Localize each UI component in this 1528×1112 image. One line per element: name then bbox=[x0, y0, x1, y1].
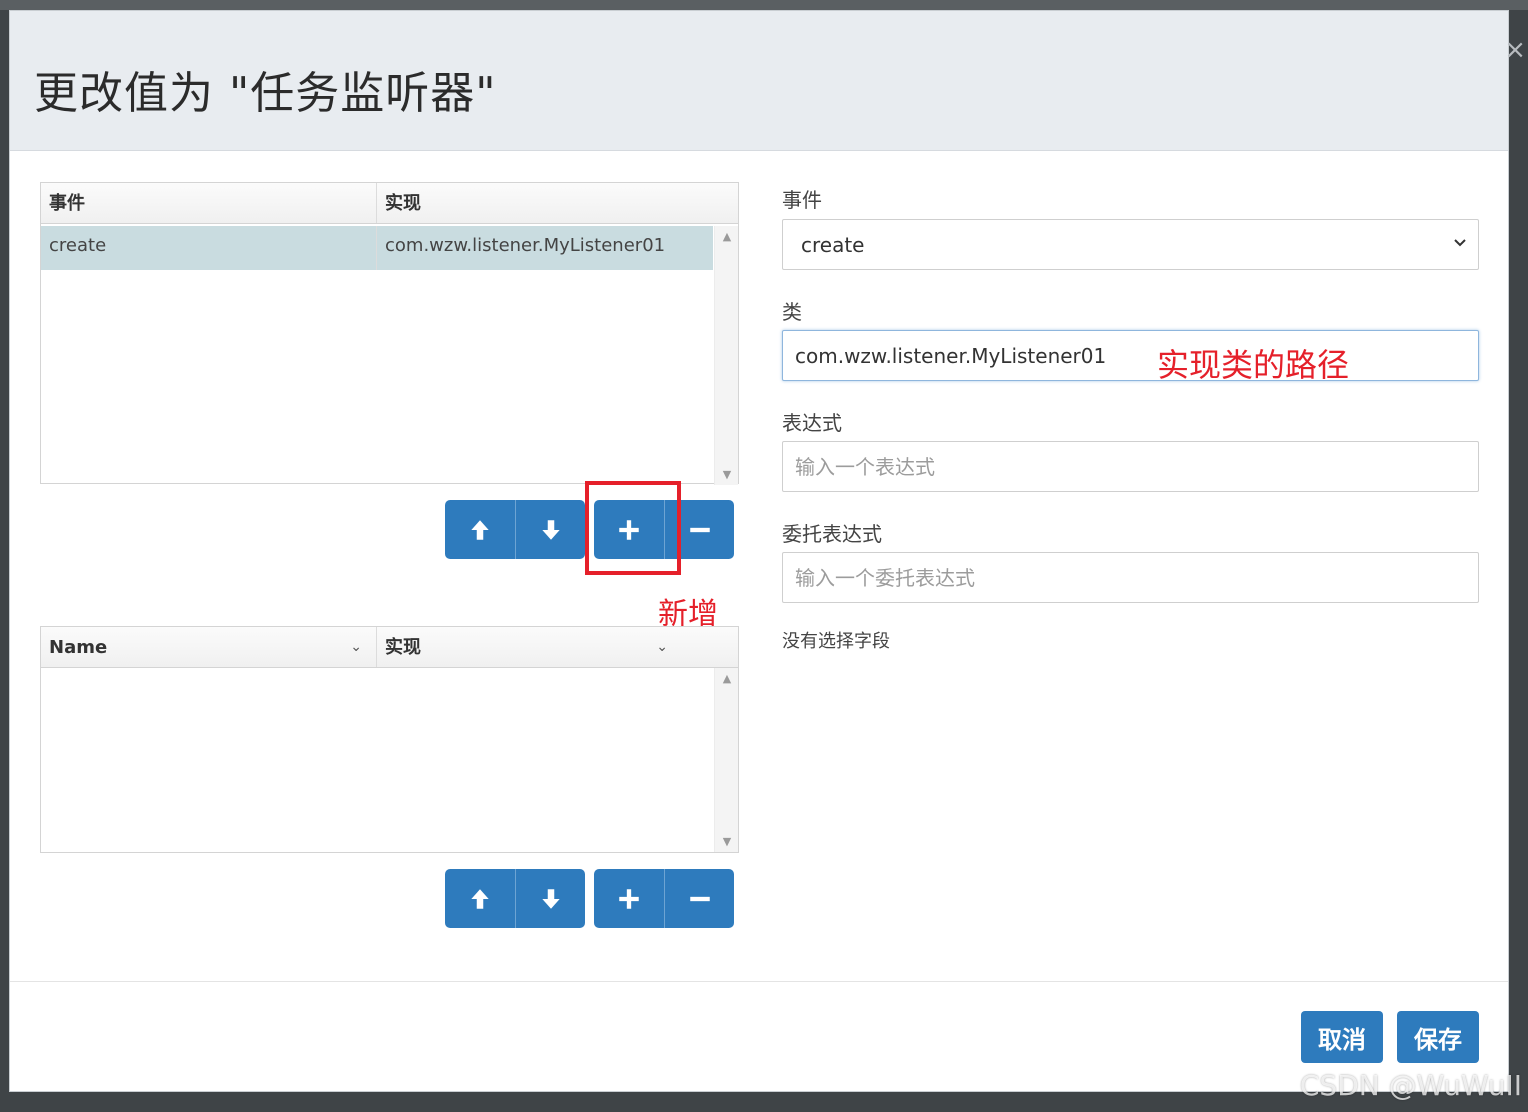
delegate-expression-label: 委托表达式 bbox=[782, 522, 882, 546]
move-down-button[interactable] bbox=[515, 500, 585, 559]
field-grid: Name ⌄ 实现 ⌄ ▲ ▼ bbox=[40, 626, 739, 853]
arrow-up-icon bbox=[471, 519, 489, 540]
table-row[interactable]: create com.wzw.listener.MyListener01 bbox=[41, 226, 713, 270]
field-edit-buttons bbox=[594, 869, 734, 928]
column-header-name[interactable]: Name ⌄ bbox=[41, 627, 377, 667]
remove-field-button[interactable] bbox=[664, 869, 734, 928]
listener-grid: 事件 实现 create com.wzw.listener.MyListener… bbox=[40, 182, 739, 485]
event-label: 事件 bbox=[782, 188, 822, 212]
class-input[interactable] bbox=[782, 330, 1479, 381]
expression-label: 表达式 bbox=[782, 411, 842, 435]
row-event-cell: create bbox=[41, 226, 377, 270]
chevron-down-icon bbox=[1454, 239, 1466, 247]
event-select-value: create bbox=[801, 232, 865, 257]
listener-edit-buttons bbox=[594, 500, 734, 559]
column-header-name-label: Name bbox=[49, 637, 108, 658]
event-select[interactable]: create bbox=[782, 219, 1479, 270]
chevron-down-icon[interactable]: ⌄ bbox=[656, 627, 668, 668]
minus-icon bbox=[689, 527, 710, 532]
scroll-up-arrow-icon[interactable]: ▲ bbox=[715, 230, 739, 243]
move-up-button[interactable] bbox=[445, 500, 515, 559]
column-header-event[interactable]: 事件 bbox=[41, 183, 377, 223]
plus-icon bbox=[619, 888, 639, 909]
delegate-expression-input[interactable] bbox=[782, 552, 1479, 603]
listener-grid-body: create com.wzw.listener.MyListener01 ▲ ▼ bbox=[41, 226, 738, 485]
column-header-implementation-label: 实现 bbox=[385, 637, 421, 658]
minus-icon bbox=[689, 896, 710, 901]
arrow-up-icon bbox=[471, 888, 489, 909]
arrow-down-icon bbox=[541, 888, 560, 909]
listener-order-buttons bbox=[445, 500, 585, 559]
dialog-title: 更改值为 "任务监听器" bbox=[34, 68, 497, 119]
plus-icon bbox=[619, 519, 639, 540]
field-grid-header: Name ⌄ 实现 ⌄ bbox=[41, 627, 738, 668]
csdn-watermark: CSDN @WuWuII bbox=[1299, 1069, 1522, 1102]
class-path-annotation: 实现类的路径 bbox=[1157, 346, 1350, 384]
footer-divider bbox=[10, 981, 1508, 982]
field-order-buttons bbox=[445, 869, 585, 928]
no-field-selected-text: 没有选择字段 bbox=[782, 631, 890, 652]
remove-listener-button[interactable] bbox=[664, 500, 734, 559]
close-icon[interactable]: × bbox=[1504, 37, 1526, 63]
scroll-down-arrow-icon[interactable]: ▼ bbox=[715, 468, 739, 481]
scroll-up-arrow-icon[interactable]: ▲ bbox=[715, 672, 739, 685]
column-header-implementation[interactable]: 实现 ⌄ bbox=[377, 627, 738, 667]
dialog-header: 更改值为 "任务监听器" × bbox=[10, 11, 1526, 151]
add-listener-button[interactable] bbox=[594, 500, 664, 559]
row-implementation-cell: com.wzw.listener.MyListener01 bbox=[385, 235, 666, 256]
listener-grid-header: 事件 实现 bbox=[41, 183, 738, 224]
class-label: 类 bbox=[782, 300, 802, 324]
listener-grid-scrollbar[interactable]: ▲ ▼ bbox=[714, 226, 738, 485]
scroll-down-arrow-icon[interactable]: ▼ bbox=[715, 835, 739, 848]
field-grid-body: ▲ ▼ bbox=[41, 668, 738, 852]
cancel-button[interactable]: 取消 bbox=[1301, 1011, 1383, 1063]
listener-dialog: 更改值为 "任务监听器" × 事件 实现 create com.wzw.list… bbox=[9, 10, 1526, 1092]
move-up-button[interactable] bbox=[445, 869, 515, 928]
move-down-button[interactable] bbox=[515, 869, 585, 928]
column-header-implementation[interactable]: 实现 bbox=[377, 183, 738, 223]
chevron-down-icon[interactable]: ⌄ bbox=[350, 627, 362, 668]
arrow-down-icon bbox=[541, 519, 560, 540]
add-field-button[interactable] bbox=[594, 869, 664, 928]
save-button[interactable]: 保存 bbox=[1397, 1011, 1479, 1063]
expression-input[interactable] bbox=[782, 441, 1479, 492]
field-grid-scrollbar[interactable]: ▲ ▼ bbox=[714, 668, 738, 852]
page-backdrop bbox=[0, 0, 1528, 10]
